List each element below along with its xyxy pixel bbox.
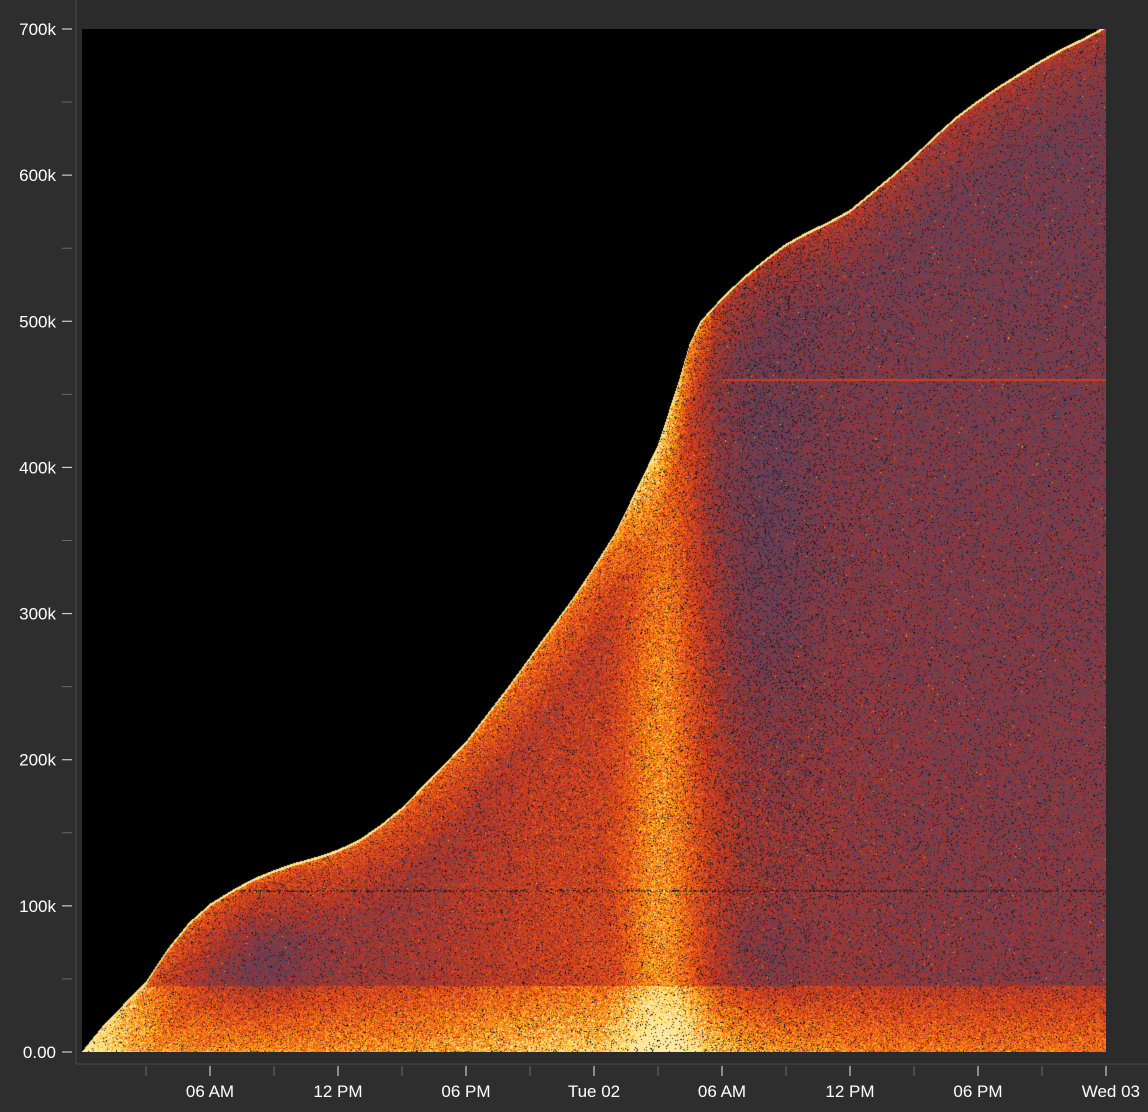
x-tick-label: 06 AM [698, 1082, 746, 1101]
y-tick-label: 500k [19, 312, 56, 331]
x-tick-label: 06 PM [441, 1082, 490, 1101]
y-tick-label: 300k [19, 605, 56, 624]
plot-area [82, 29, 1106, 1052]
heatmap-canvas [82, 29, 1106, 1052]
y-tick-label: 600k [19, 166, 56, 185]
y-tick-label: 0.00 [23, 1043, 56, 1062]
y-tick-label: 700k [19, 20, 56, 39]
heatmap-container [82, 29, 1106, 1052]
chart: 0.00 100k 200k 300k 400k 500k 600k 700k 06 AM 12… [0, 0, 1148, 1112]
x-tick-label: 06 AM [186, 1082, 234, 1101]
x-tick-label: 06 PM [953, 1082, 1002, 1101]
y-tick-label: 400k [19, 458, 56, 477]
x-tick-label: 12 PM [825, 1082, 874, 1101]
x-tick-label: Wed 03 [1082, 1082, 1140, 1101]
x-tick-label: Tue 02 [568, 1082, 620, 1101]
y-tick-label: 200k [19, 751, 56, 770]
y-tick-label: 100k [19, 897, 56, 916]
x-tick-label: 12 PM [313, 1082, 362, 1101]
